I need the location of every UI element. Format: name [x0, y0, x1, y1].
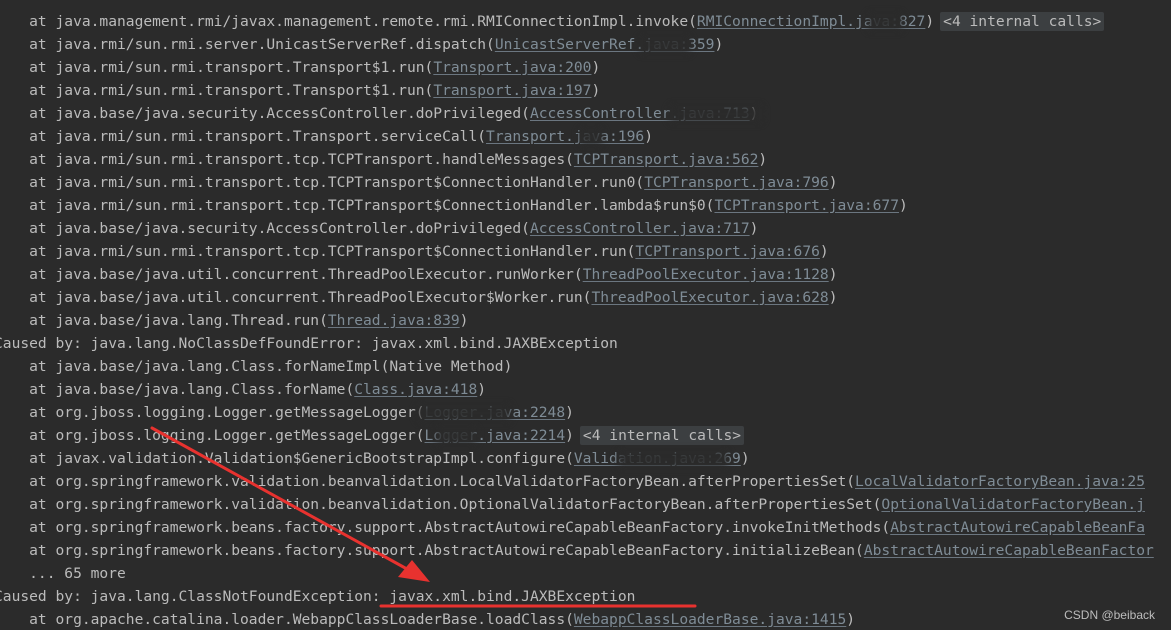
stack-frame-line: at java.management.rmi/javax.management.… — [0, 10, 1105, 33]
line-suffix: ) — [749, 220, 759, 237]
line-text: at java.base/java.util.concurrent.Thread… — [0, 266, 583, 283]
line-suffix: ) — [846, 611, 856, 628]
redaction-smudge — [640, 37, 690, 53]
stack-frame-line: at java.rmi/sun.rmi.transport.tcp.TCPTra… — [0, 194, 908, 217]
line-suffix: ) — [740, 450, 750, 467]
internal-calls-badge[interactable]: <4 internal calls> — [940, 12, 1105, 31]
source-link[interactable]: AccessController.java:717 — [530, 220, 750, 237]
source-link[interactable]: OptionalValidatorFactoryBean.j — [881, 496, 1145, 513]
line-text: at org.apache.catalina.loader.WebappClas… — [0, 611, 574, 628]
line-text: at java.base/java.lang.Class.forName( — [0, 381, 355, 398]
stack-frame-line: at java.rmi/sun.rmi.transport.tcp.TCPTra… — [0, 171, 838, 194]
line-suffix: ) — [591, 82, 601, 99]
internal-calls-badge[interactable]: <4 internal calls> — [579, 426, 745, 445]
line-text: at org.jboss.logging.Logger.getMessageLo… — [0, 427, 425, 444]
source-link[interactable]: Transport.java:200 — [433, 59, 591, 76]
stack-frame-line: at java.base/java.lang.Class.forNameImpl… — [0, 355, 512, 378]
watermark: CSDN @beiback — [1064, 608, 1155, 622]
line-text: at org.jboss.logging.Logger.getMessageLo… — [0, 404, 425, 421]
line-suffix: ) — [565, 404, 574, 421]
stack-frame-line: ... 65 more — [0, 562, 126, 585]
line-text: at org.springframework.validation.beanva… — [0, 496, 882, 513]
stack-frame-line: at java.rmi/sun.rmi.transport.Transport$… — [0, 79, 600, 102]
line-suffix: ) — [565, 427, 574, 444]
stack-frame-line: at org.springframework.beans.factory.sup… — [0, 516, 1145, 539]
stack-cause-line: Caused by: java.lang.NoClassDefFoundErro… — [0, 332, 618, 355]
stack-frame-line: at org.springframework.validation.beanva… — [0, 470, 1145, 493]
redaction-smudge — [670, 106, 762, 122]
stack-frame-line: at java.rmi/sun.rmi.transport.tcp.TCPTra… — [0, 240, 829, 263]
stack-frame-line: at org.springframework.beans.factory.sup… — [0, 539, 1154, 562]
source-link[interactable]: TCPTransport.java:677 — [714, 197, 899, 214]
line-suffix: ) — [477, 381, 487, 398]
stack-frame-line: at java.base/java.util.concurrent.Thread… — [0, 286, 838, 309]
line-text: at org.springframework.beans.factory.sup… — [0, 519, 891, 536]
line-text: at org.springframework.beans.factory.sup… — [0, 542, 864, 559]
source-link[interactable]: WebappClassLoaderBase.java:1415 — [574, 611, 846, 628]
stack-frame-line: at java.base/java.util.concurrent.Thread… — [0, 263, 838, 286]
line-suffix: ) — [828, 266, 838, 283]
line-suffix: ) — [714, 36, 724, 53]
line-suffix: ) — [819, 243, 829, 260]
stack-frame-line: at java.base/java.lang.Thread.run(Thread… — [0, 309, 468, 332]
redaction-smudge — [618, 451, 728, 467]
stack-frame-line: at java.rmi/sun.rmi.transport.tcp.TCPTra… — [0, 148, 767, 171]
line-text: at org.springframework.validation.beanva… — [0, 473, 856, 490]
line-suffix: ) — [828, 174, 838, 191]
line-suffix: ) — [828, 289, 838, 306]
line-text: at java.rmi/sun.rmi.transport.tcp.TCPTra… — [0, 151, 574, 168]
line-suffix: ) — [591, 59, 601, 76]
line-text: at java.management.rmi/javax.management.… — [0, 13, 697, 30]
line-text: Caused by: java.lang.ClassNotFoundExcept… — [0, 588, 636, 605]
source-link[interactable]: Class.java:418 — [354, 381, 477, 398]
line-text: ... 65 more — [0, 565, 126, 582]
line-text: at java.rmi/sun.rmi.transport.tcp.TCPTra… — [0, 174, 645, 191]
stack-cause-line: Caused by: java.lang.ClassNotFoundExcept… — [0, 585, 635, 608]
line-text: at java.base/java.lang.Thread.run( — [0, 312, 328, 329]
source-link[interactable]: Transport.java:197 — [433, 82, 591, 99]
line-text: at javax.validation.Validation$GenericBo… — [0, 450, 574, 467]
stack-frame-line: at java.base/java.lang.Class.forName(Cla… — [0, 378, 486, 401]
redaction-smudge — [436, 428, 476, 444]
line-text: at java.base/java.security.AccessControl… — [0, 105, 530, 122]
source-link[interactable]: AbstractAutowireCapableBeanFactor — [864, 542, 1154, 559]
source-link[interactable]: TCPTransport.java:676 — [635, 243, 820, 260]
line-text: at java.base/java.security.AccessControl… — [0, 220, 530, 237]
line-text: at java.rmi/sun.rmi.transport.Transport$… — [0, 82, 434, 99]
stack-frame-line: at java.rmi/sun.rmi.transport.Transport$… — [0, 56, 600, 79]
stack-frame-line: at java.rmi/sun.rmi.server.UnicastServer… — [0, 33, 723, 56]
redaction-smudge — [580, 129, 602, 145]
line-suffix: ) — [459, 312, 469, 329]
source-link[interactable]: Thread.java:839 — [328, 312, 460, 329]
line-suffix: ) — [644, 128, 653, 145]
source-link[interactable]: ThreadPoolExecutor.java:1128 — [583, 266, 829, 283]
line-suffix: ) — [758, 151, 768, 168]
source-link[interactable]: AbstractAutowireCapableBeanFa — [890, 519, 1145, 536]
redaction-smudge — [418, 405, 510, 421]
source-link[interactable]: ThreadPoolExecutor.java:628 — [591, 289, 828, 306]
line-text: at java.rmi/sun.rmi.server.UnicastServer… — [0, 36, 495, 53]
line-text: at java.base/java.util.concurrent.Thread… — [0, 289, 592, 306]
stack-frame-line: at org.springframework.validation.beanva… — [0, 493, 1145, 516]
source-link[interactable]: LocalValidatorFactoryBean.java:25 — [855, 473, 1145, 490]
line-text: at java.base/java.lang.Class.forNameImpl… — [0, 358, 513, 375]
stack-frame-line: at java.base/java.security.AccessControl… — [0, 102, 758, 125]
line-suffix: ) — [898, 197, 908, 214]
redaction-smudge — [868, 14, 902, 30]
stack-frame-line: at org.jboss.logging.Logger.getMessageLo… — [0, 424, 745, 447]
line-text: Caused by: java.lang.NoClassDefFoundErro… — [0, 335, 618, 352]
line-text: at java.rmi/sun.rmi.transport.Transport.… — [0, 128, 487, 145]
source-link[interactable]: Transport.java:196 — [486, 128, 644, 145]
console-output: at java.management.rmi/javax.management.… — [0, 0, 1171, 630]
line-text: at java.rmi/sun.rmi.transport.tcp.TCPTra… — [0, 197, 715, 214]
stack-frame-line: at java.rmi/sun.rmi.transport.Transport.… — [0, 125, 653, 148]
stack-frame-line: at java.base/java.security.AccessControl… — [0, 217, 758, 240]
line-text: at java.rmi/sun.rmi.transport.Transport$… — [0, 59, 434, 76]
source-link[interactable]: TCPTransport.java:796 — [644, 174, 829, 191]
stack-frame-line: at org.apache.catalina.loader.WebappClas… — [0, 608, 855, 630]
line-suffix: ) — [925, 13, 935, 30]
source-link[interactable]: TCPTransport.java:562 — [574, 151, 759, 168]
line-text: at java.rmi/sun.rmi.transport.tcp.TCPTra… — [0, 243, 636, 260]
